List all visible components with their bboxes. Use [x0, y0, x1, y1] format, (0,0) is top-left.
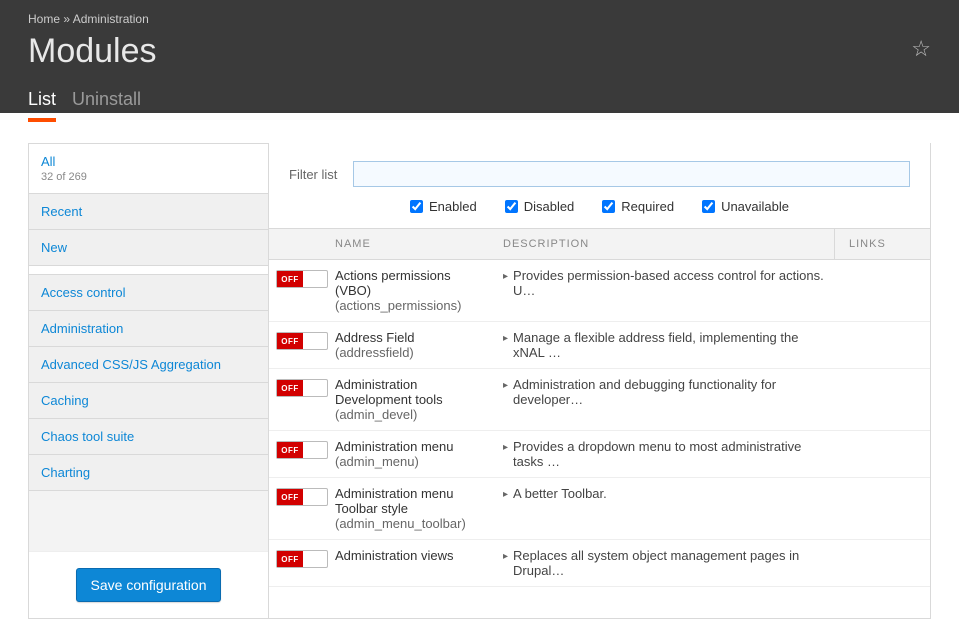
table-row: OFF Administration Development tools(admi…: [269, 369, 930, 431]
sidebar-item[interactable]: Access control: [29, 274, 268, 311]
toggle-off-label: OFF: [277, 442, 303, 458]
links-cell: [834, 268, 930, 313]
module-name: Administration menu: [335, 439, 489, 454]
table-row: OFF Address Field(addressfield) ▸ Manage a …: [269, 322, 930, 369]
module-name: Address Field: [335, 330, 489, 345]
checkbox[interactable]: [505, 200, 518, 213]
checkbox[interactable]: [702, 200, 715, 213]
checkbox[interactable]: [602, 200, 615, 213]
module-name: Administration Development tools: [335, 377, 489, 407]
module-machine-name: (admin_devel): [335, 407, 489, 422]
module-machine-name: (admin_menu): [335, 454, 489, 469]
toggle-off-label: OFF: [277, 333, 303, 349]
filter-label: Filter list: [289, 167, 337, 182]
col-name: NAME: [335, 238, 489, 250]
col-desc: DESCRIPTION: [489, 238, 834, 250]
module-machine-name: (actions_permissions): [335, 298, 489, 313]
module-description: Replaces all system object management pa…: [513, 548, 824, 578]
table-row: OFF Actions permissions (VBO)(actions_per…: [269, 260, 930, 322]
module-description: Provides a dropdown menu to most adminis…: [513, 439, 824, 469]
toggle-switch[interactable]: OFF: [276, 488, 328, 506]
module-name: Actions permissions (VBO): [335, 268, 489, 298]
caret-right-icon[interactable]: ▸: [503, 377, 508, 395]
table-row: OFF Administration menu(admin_menu) ▸ Provi…: [269, 431, 930, 478]
module-description: A better Toolbar.: [513, 486, 607, 501]
toggle-switch[interactable]: OFF: [276, 332, 328, 350]
check-disabled[interactable]: Disabled: [505, 199, 575, 214]
caret-right-icon[interactable]: ▸: [503, 486, 508, 504]
star-icon[interactable]: ☆: [911, 36, 931, 62]
tab-uninstall[interactable]: Uninstall: [72, 89, 141, 122]
table-row: OFF Administration menu Toolbar style(adm…: [269, 478, 930, 540]
sidebar-item[interactable]: Caching: [29, 383, 268, 419]
sidebar-item-new[interactable]: New: [29, 230, 268, 266]
toggle-off-label: OFF: [277, 271, 303, 287]
toggle-switch[interactable]: OFF: [276, 441, 328, 459]
save-button[interactable]: Save configuration: [76, 568, 222, 602]
page-title: Modules: [28, 32, 931, 71]
caret-right-icon[interactable]: ▸: [503, 548, 508, 566]
module-description: Manage a flexible address field, impleme…: [513, 330, 824, 360]
module-machine-name: (admin_menu_toolbar): [335, 516, 489, 531]
module-machine-name: (addressfield): [335, 345, 489, 360]
table-row: OFF Administration views ▸ Replaces all sys…: [269, 540, 930, 587]
sidebar-item[interactable]: Advanced CSS/JS Aggregation: [29, 347, 268, 383]
links-cell: [834, 486, 930, 531]
sidebar-item-all[interactable]: All32 of 269: [29, 143, 268, 194]
sidebar-item[interactable]: Charting: [29, 455, 268, 491]
check-required[interactable]: Required: [602, 199, 674, 214]
sidebar-item-recent[interactable]: Recent: [29, 194, 268, 230]
toggle-off-label: OFF: [277, 551, 303, 567]
caret-right-icon[interactable]: ▸: [503, 330, 508, 348]
module-description: Provides permission-based access control…: [513, 268, 824, 298]
breadcrumb: Home » Administration: [28, 12, 931, 26]
links-cell: [834, 439, 930, 469]
toggle-switch[interactable]: OFF: [276, 379, 328, 397]
check-unavailable[interactable]: Unavailable: [702, 199, 789, 214]
breadcrumb-home[interactable]: Home: [28, 12, 60, 26]
tab-list[interactable]: List: [28, 89, 56, 122]
toggle-off-label: OFF: [277, 380, 303, 396]
toggle-switch[interactable]: OFF: [276, 270, 328, 288]
sidebar-count: 32 of 269: [41, 171, 256, 183]
col-links: LINKS: [834, 229, 930, 259]
links-cell: [834, 330, 930, 360]
breadcrumb-admin[interactable]: Administration: [73, 12, 149, 26]
toggle-switch[interactable]: OFF: [276, 550, 328, 568]
module-name: Administration menu Toolbar style: [335, 486, 489, 516]
sidebar-item[interactable]: Chaos tool suite: [29, 419, 268, 455]
module-description: Administration and debugging functionali…: [513, 377, 824, 407]
check-enabled[interactable]: Enabled: [410, 199, 477, 214]
filter-input[interactable]: [353, 161, 910, 187]
toggle-off-label: OFF: [277, 489, 303, 505]
checkbox[interactable]: [410, 200, 423, 213]
caret-right-icon[interactable]: ▸: [503, 439, 508, 457]
caret-right-icon[interactable]: ▸: [503, 268, 508, 286]
links-cell: [834, 377, 930, 422]
links-cell: [834, 548, 930, 578]
module-name: Administration views: [335, 548, 489, 563]
sidebar-item[interactable]: Administration: [29, 311, 268, 347]
